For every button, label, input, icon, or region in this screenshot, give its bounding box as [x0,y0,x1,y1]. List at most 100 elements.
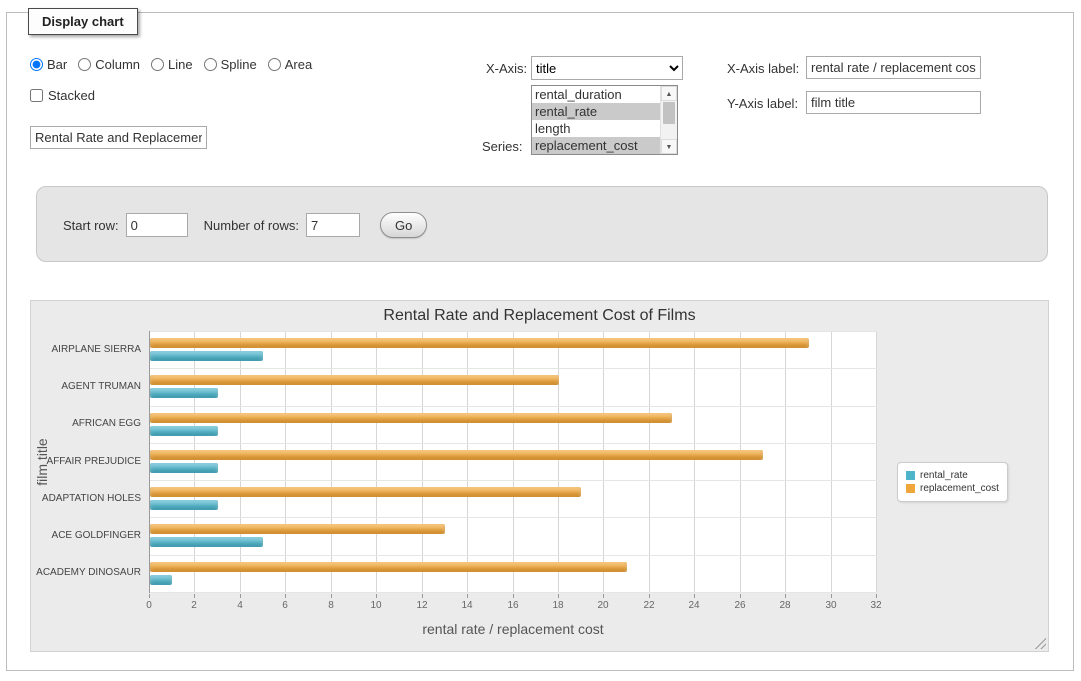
scroll-down-icon[interactable]: ▼ [661,139,677,154]
legend-label: replacement_cost [920,483,999,494]
gridline-vertical [240,331,241,592]
scrollbar-track[interactable] [661,125,677,139]
x-tick-label: 32 [870,600,881,611]
bar-rental_rate[interactable] [150,426,218,436]
gridline-vertical [194,331,195,592]
axis-tick [149,594,150,598]
x-axis-label-text: X-Axis: [486,61,527,76]
axis-tick [285,594,286,598]
gridline-vertical [740,331,741,592]
axis-tick [376,594,377,598]
axis-tick [240,594,241,598]
chart: Rental Rate and Replacement Cost of Film… [30,300,1049,652]
row-range-panel: Start row: Number of rows: Go [36,186,1048,262]
series-option-length[interactable]: length [532,120,660,137]
series-option-rental_rate[interactable]: rental_rate [532,103,660,120]
chart-plot [149,331,877,593]
x-axis-select[interactable]: title [531,56,683,80]
chart-type-label: Bar [47,57,67,72]
y-axis-label-input[interactable] [806,91,981,114]
scrollbar-thumb[interactable] [663,102,675,124]
gridline-horizontal [150,406,877,407]
bar-replacement_cost[interactable] [150,562,627,572]
bar-rental_rate[interactable] [150,463,218,473]
category-label: AIRPLANE SIERRA [31,344,141,355]
gridline-vertical [422,331,423,592]
stacked-checkbox[interactable] [30,89,43,102]
stacked-label: Stacked [48,88,95,103]
gridline-vertical [649,331,650,592]
chart-type-label: Line [168,57,193,72]
series-scrollbar[interactable]: ▲ ▼ [660,86,677,154]
bar-replacement_cost[interactable] [150,524,445,534]
legend-item-replacement_cost[interactable]: replacement_cost [906,483,999,494]
x-tick-label: 0 [146,600,152,611]
gridline-vertical [785,331,786,592]
x-tick-label: 24 [688,600,699,611]
chart-type-option-line[interactable]: Line [151,57,193,72]
bar-replacement_cost[interactable] [150,338,809,348]
gridline-vertical [376,331,377,592]
gridline-horizontal [150,331,877,332]
chart-type-radio-area[interactable] [268,58,281,71]
x-tick-label: 14 [461,600,472,611]
gridline-horizontal [150,555,877,556]
y-axis-label-field-text: Y-Axis label: [727,96,798,111]
gridline-vertical [603,331,604,592]
chart-type-option-column[interactable]: Column [78,57,140,72]
x-tick-label: 30 [825,600,836,611]
chart-type-label: Column [95,57,140,72]
axis-tick [194,594,195,598]
bar-rental_rate[interactable] [150,351,263,361]
gridline-vertical [285,331,286,592]
axis-tick [467,594,468,598]
series-listbox[interactable]: rental_durationrental_ratelengthreplacem… [531,85,678,155]
bar-rental_rate[interactable] [150,537,263,547]
start-row-input[interactable] [126,213,188,237]
bar-replacement_cost[interactable] [150,450,763,460]
bar-replacement_cost[interactable] [150,375,559,385]
axis-tick [876,594,877,598]
legend-item-rental_rate[interactable]: rental_rate [906,470,999,481]
x-tick-label: 26 [734,600,745,611]
bar-rental_rate[interactable] [150,500,218,510]
axis-tick [785,594,786,598]
x-tick-label: 16 [507,600,518,611]
stacked-row: Stacked [30,88,95,103]
bar-rental_rate[interactable] [150,388,218,398]
x-tick-label: 20 [597,600,608,611]
chart-type-radio-column[interactable] [78,58,91,71]
category-label: ACADEMY DINOSAUR [31,567,141,578]
x-axis-label-input[interactable] [806,56,981,79]
chart-type-option-spline[interactable]: Spline [204,57,257,72]
axis-tick [831,594,832,598]
gridline-vertical [558,331,559,592]
gridline-vertical [694,331,695,592]
resize-grip-icon[interactable] [1034,637,1046,649]
chart-title-input[interactable] [30,126,207,149]
bar-rental_rate[interactable] [150,575,172,585]
bar-replacement_cost[interactable] [150,487,581,497]
chart-type-radio-line[interactable] [151,58,164,71]
gridline-horizontal [150,592,877,593]
chart-type-option-area[interactable]: Area [268,57,312,72]
chart-type-option-bar[interactable]: Bar [30,57,67,72]
go-button[interactable]: Go [380,212,427,238]
x-tick-label: 10 [370,600,381,611]
chart-type-radio-spline[interactable] [204,58,217,71]
series-options: rental_durationrental_ratelengthreplacem… [532,86,660,154]
legend-swatch [906,484,915,493]
series-option-replacement_cost[interactable]: replacement_cost [532,137,660,154]
chart-type-radio-bar[interactable] [30,58,43,71]
fieldset-legend: Display chart [28,8,138,35]
axis-tick [422,594,423,598]
chart-x-axis-title: rental rate / replacement cost [149,621,877,637]
bar-replacement_cost[interactable] [150,413,672,423]
x-tick-label: 18 [552,600,563,611]
series-option-rental_duration[interactable]: rental_duration [532,86,660,103]
num-rows-input[interactable] [306,213,360,237]
x-tick-label: 6 [282,600,288,611]
x-tick-label: 22 [643,600,654,611]
scroll-up-icon[interactable]: ▲ [661,86,677,101]
x-axis-label-field-text: X-Axis label: [727,61,799,76]
